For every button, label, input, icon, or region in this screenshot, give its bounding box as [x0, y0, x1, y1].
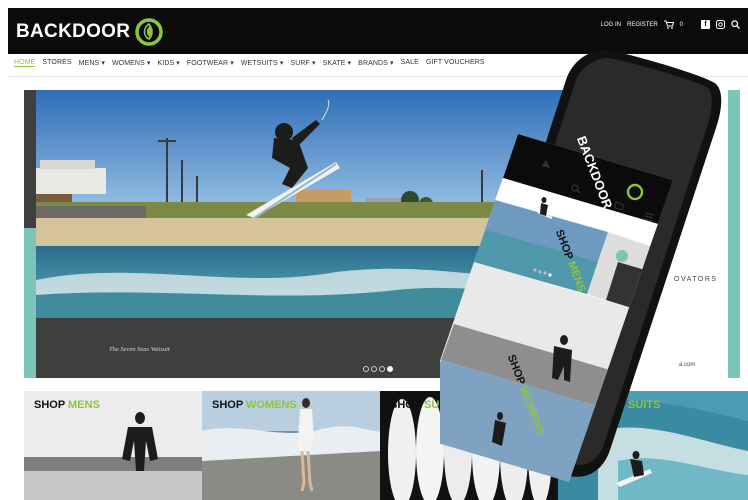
phone-body: [440, 49, 722, 482]
slider-dot[interactable]: [371, 366, 377, 372]
main-nav: HOME STORES MENS ▾ WOMENS ▾ KIDS ▾ FOOTW…: [14, 59, 485, 67]
utility-bar: LOG IN REGISTER 0 f: [601, 20, 740, 29]
nav-item-skate[interactable]: SKATE ▾: [323, 59, 352, 67]
nav-item-wetsuits[interactable]: WETSUITS ▾: [241, 59, 284, 67]
hero-accent-bar: [24, 228, 36, 378]
slider-dot-active[interactable]: [387, 366, 393, 372]
nav-item-footwear[interactable]: FOOTWEAR ▾: [187, 59, 234, 67]
search-icon[interactable]: [731, 20, 740, 29]
slider-dots: [363, 366, 393, 372]
brand-logo[interactable]: BACKDOOR: [16, 18, 164, 46]
slider-dot[interactable]: [363, 366, 369, 372]
tile-shop-mens[interactable]: SHOP MENS: [24, 391, 202, 500]
nav-item-kids[interactable]: KIDS ▾: [158, 59, 180, 67]
tile-shop-womens[interactable]: SHOP WOMENS: [202, 391, 380, 500]
brand-name: BACKDOOR: [16, 21, 131, 42]
phone-mockup: BACKDOOR SHOP MENS SHOP WOMENS: [440, 40, 740, 500]
slider-dot[interactable]: [379, 366, 385, 372]
login-link[interactable]: LOG IN: [601, 22, 621, 28]
cart-icon[interactable]: [663, 20, 674, 29]
instagram-icon[interactable]: [716, 20, 725, 29]
tile-label: SHOP MENS: [34, 399, 100, 411]
nav-item-brands[interactable]: BRANDS ▾: [358, 59, 393, 67]
nav-item-sale[interactable]: SALE: [401, 59, 419, 67]
facebook-icon[interactable]: f: [701, 20, 710, 29]
nav-item-surf[interactable]: SURF ▾: [290, 59, 315, 67]
tile-label: SHOP WOMENS: [212, 399, 297, 411]
cart-count: 0: [679, 21, 683, 28]
nav-item-stores[interactable]: STORES: [42, 59, 71, 67]
hero-caption: The Seven Seas Wetsuit: [109, 346, 170, 353]
nav-item-mens[interactable]: MENS ▾: [79, 59, 105, 67]
nav-item-home[interactable]: HOME: [14, 59, 36, 67]
register-link[interactable]: REGISTER: [627, 22, 658, 28]
brand-logo-icon: [135, 18, 164, 46]
nav-item-womens[interactable]: WOMENS ▾: [112, 59, 151, 67]
